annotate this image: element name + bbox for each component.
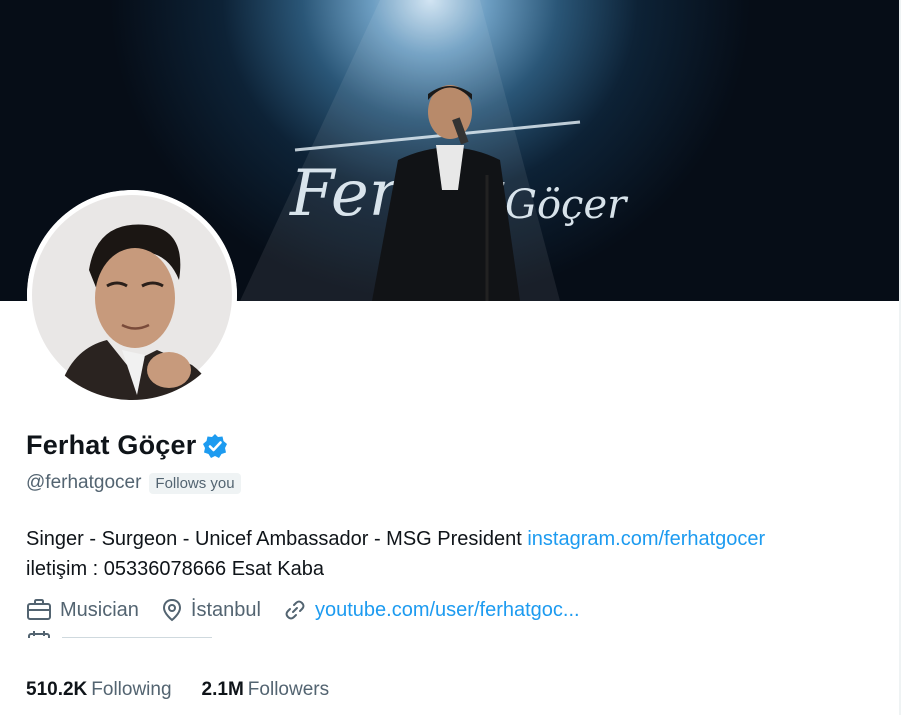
joined-row-cutoff [26, 628, 246, 638]
following-count: 510.2K [26, 679, 88, 700]
following-label: Following [91, 679, 172, 700]
link-icon [285, 600, 305, 620]
website-link[interactable]: youtube.com/user/ferhatgoc... [315, 599, 580, 622]
followers-count-link[interactable]: 2.1M Followers [202, 679, 330, 701]
following-count-link[interactable]: 510.2K Following [26, 679, 172, 701]
follow-counts: 510.2K Following 2.1M Followers [26, 679, 359, 701]
location-label: İstanbul [190, 598, 261, 621]
bio-contact-line: iletişim : 05336078666 Esat Kaba [26, 558, 324, 580]
bio-instagram-link[interactable]: instagram.com/ferhatgocer [527, 528, 765, 550]
followers-label: Followers [247, 679, 330, 700]
profile-bio: Singer - Surgeon - Unicef Ambassador - M… [26, 524, 886, 584]
profession-label: Musician [60, 598, 139, 621]
profile-name: Ferhat Göçer [26, 430, 197, 460]
bio-text: Singer - Surgeon - Unicef Ambassador - M… [26, 528, 528, 550]
profile-handle: @ferhatgocer [26, 472, 142, 493]
banner-script-text-2: Göçer [505, 182, 629, 228]
follows-you-badge: Follows you [149, 472, 241, 494]
profile-avatar[interactable] [27, 190, 237, 400]
briefcase-icon [27, 599, 51, 620]
calendar-icon [28, 631, 212, 638]
profile-meta: Musician İstanbul youtube.com/user/ferha… [26, 598, 602, 622]
followers-count: 2.1M [201, 679, 244, 700]
location-pin-icon [162, 598, 181, 622]
verified-badge-icon[interactable] [202, 433, 228, 459]
